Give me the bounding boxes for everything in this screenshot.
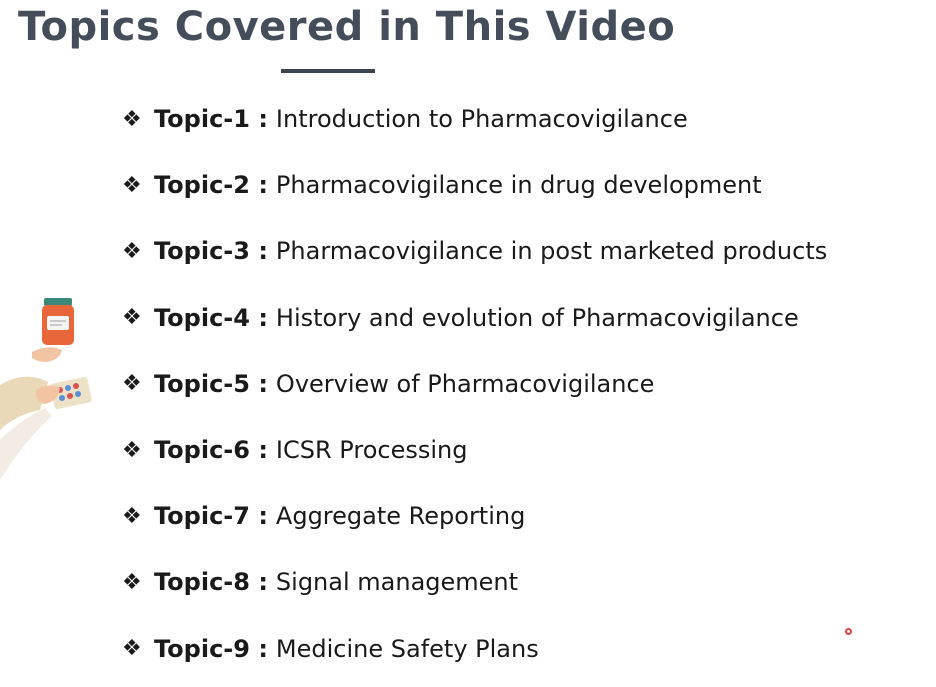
four-diamond-bullet-icon: ❖ bbox=[122, 437, 142, 463]
topic-text: Pharmacovigilance in drug development bbox=[275, 171, 762, 200]
four-diamond-bullet-icon: ❖ bbox=[122, 636, 142, 662]
topic-item: ❖ Topic-5 : Overview of Pharmacovigilanc… bbox=[122, 351, 827, 417]
topic-text: Pharmacovigilance in post marketed produ… bbox=[275, 237, 828, 266]
topic-item: ❖ Topic-3 : Pharmacovigilance in post ma… bbox=[122, 218, 827, 284]
four-diamond-bullet-icon: ❖ bbox=[122, 503, 142, 529]
topic-item: ❖ Topic-2 : Pharmacovigilance in drug de… bbox=[122, 152, 827, 218]
four-diamond-bullet-icon: ❖ bbox=[122, 106, 142, 132]
topic-label: Topic-3 : bbox=[154, 237, 268, 266]
topic-item: ❖ Topic-7 : Aggregate Reporting bbox=[122, 483, 827, 549]
topic-label: Topic-5 : bbox=[154, 369, 268, 398]
topic-item: ❖ Topic-4 : History and evolution of Pha… bbox=[122, 285, 827, 351]
topic-item: ❖ Topic-1 : Introduction to Pharmacovigi… bbox=[122, 86, 827, 152]
title-underline bbox=[281, 69, 375, 73]
topic-label: Topic-9 : bbox=[154, 634, 268, 663]
four-diamond-bullet-icon: ❖ bbox=[122, 238, 142, 264]
topic-text: ICSR Processing bbox=[275, 436, 468, 465]
topic-label: Topic-8 : bbox=[154, 568, 268, 597]
topic-label: Topic-6 : bbox=[154, 436, 268, 465]
pill-bottle-icon bbox=[42, 298, 74, 345]
topic-label: Topic-1 : bbox=[154, 105, 268, 134]
four-diamond-bullet-icon: ❖ bbox=[122, 371, 142, 397]
topic-text: Overview of Pharmacovigilance bbox=[275, 369, 655, 398]
upper-hand bbox=[32, 347, 62, 362]
topic-label: Topic-4 : bbox=[154, 303, 268, 332]
topic-label: Topic-7 : bbox=[154, 502, 268, 531]
topic-item: ❖ Topic-6 : ICSR Processing bbox=[122, 417, 827, 483]
slide-title: Topics Covered in This Video bbox=[18, 4, 676, 50]
hand-holding-medicine-illustration bbox=[0, 298, 92, 480]
topic-item: ❖ Topic-8 : Signal management bbox=[122, 549, 827, 615]
topic-text: Medicine Safety Plans bbox=[275, 634, 539, 663]
topic-item: ❖ Topic-9 : Medicine Safety Plans bbox=[122, 616, 827, 682]
four-diamond-bullet-icon: ❖ bbox=[122, 172, 142, 198]
topic-text: Signal management bbox=[275, 568, 519, 597]
topic-text: Aggregate Reporting bbox=[275, 502, 526, 531]
topic-text: History and evolution of Pharmacovigilan… bbox=[275, 303, 799, 332]
topic-label: Topic-2 : bbox=[154, 171, 268, 200]
topic-list: ❖ Topic-1 : Introduction to Pharmacovigi… bbox=[122, 86, 827, 682]
four-diamond-bullet-icon: ❖ bbox=[122, 569, 142, 595]
topic-text: Introduction to Pharmacovigilance bbox=[275, 105, 688, 134]
pointer-dot bbox=[845, 628, 852, 635]
four-diamond-bullet-icon: ❖ bbox=[122, 305, 142, 331]
